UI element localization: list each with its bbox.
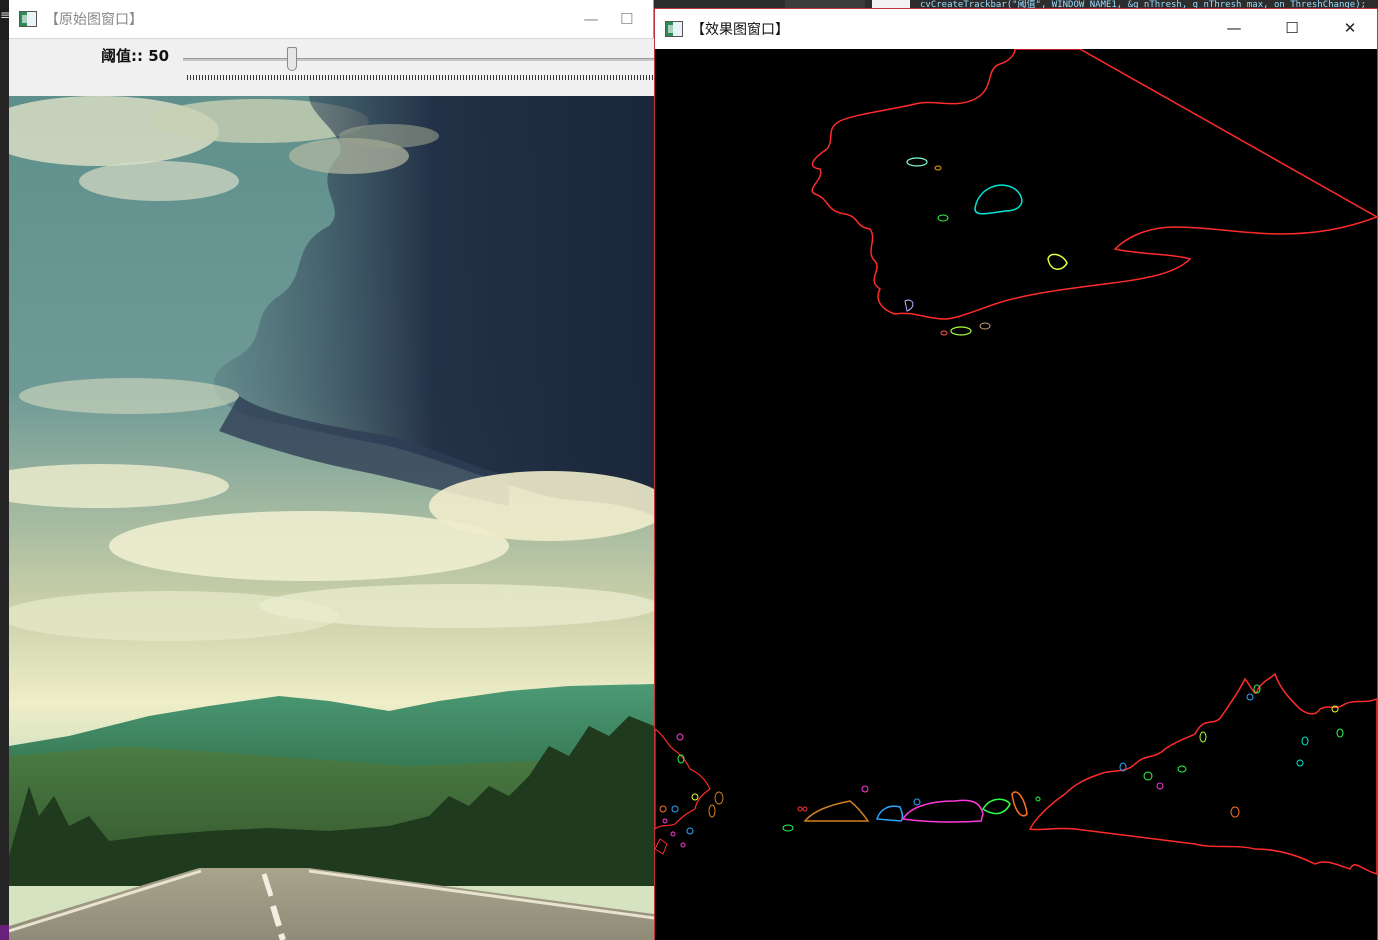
threshold-slider-thumb[interactable]	[287, 47, 297, 71]
app-icon	[19, 11, 37, 27]
result-window-title: 【效果图窗口】	[691, 22, 789, 38]
desktop: cvCreateTrackbar("阈值", WINDOW_NAME1, &g_…	[0, 0, 1378, 940]
original-window-titlebar[interactable]: 【原始图窗口】 — ☐	[9, 0, 653, 38]
maximize-button[interactable]: ☐	[1263, 9, 1321, 47]
threshold-slider-ticks	[187, 75, 654, 80]
close-button[interactable]: ✕	[1321, 9, 1378, 47]
original-image-window[interactable]: 【原始图窗口】 — ☐ 阈值:: 50	[9, 0, 654, 940]
trackbar-panel: 阈值:: 50	[9, 38, 654, 96]
original-photo	[9, 96, 654, 940]
threshold-trackbar-label: 阈值:: 50	[101, 47, 170, 65]
landscape-road-photo-icon	[9, 96, 654, 940]
result-window-titlebar[interactable]: 【效果图窗口】 — ☐ ✕	[655, 9, 1377, 49]
app-icon	[665, 21, 683, 37]
minimize-button[interactable]: —	[1205, 9, 1263, 47]
minimize-button[interactable]: —	[562, 0, 620, 38]
maximize-button[interactable]: ☐	[620, 0, 654, 38]
contour-result-canvas	[655, 49, 1377, 940]
result-window[interactable]: 【效果图窗口】 — ☐ ✕	[654, 8, 1378, 940]
contour-drawing	[655, 49, 1377, 875]
original-window-title: 【原始图窗口】	[45, 12, 143, 28]
threshold-slider-track[interactable]	[183, 58, 654, 61]
